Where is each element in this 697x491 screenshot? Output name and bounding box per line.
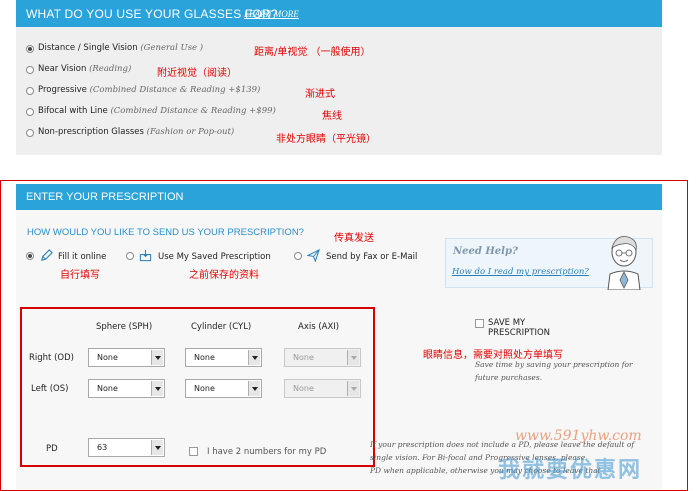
select-value: 63	[97, 443, 108, 452]
prescription-title: ENTER YOUR PRESCRIPTION	[26, 191, 184, 203]
radio-fax-email[interactable]	[294, 252, 302, 260]
usage-title: WHAT DO YOU USE YOUR GLASSES FOR?	[26, 7, 278, 21]
need-help-title: Need Help?	[453, 246, 518, 257]
chevron-down-icon	[151, 381, 163, 396]
watermark-text: 我就要优惠网	[498, 458, 643, 483]
annotation-nonprescription: 非处方眼睛（平光镜）	[276, 134, 376, 145]
select-value: None	[293, 384, 314, 393]
annotation-progressive: 渐进式	[305, 89, 335, 100]
option-label: Progressive	[38, 85, 87, 95]
chevron-down-icon	[248, 350, 260, 365]
pencil-icon	[41, 249, 53, 261]
chevron-down-icon	[248, 381, 260, 396]
pd-select[interactable]: 63	[88, 438, 165, 457]
right-cyl-select[interactable]: None	[185, 348, 262, 367]
chevron-down-icon	[347, 350, 359, 365]
annotation-bifocal: 焦线	[322, 111, 342, 122]
column-header-cyl: Cylinder (CYL)	[191, 322, 252, 332]
row-label-right: Right (OD)	[29, 353, 74, 363]
chevron-down-icon	[151, 440, 163, 455]
select-value: None	[97, 353, 118, 362]
method-fill-online[interactable]: Fill it online	[58, 252, 106, 262]
save-label-line1: SAVE MY	[488, 318, 526, 328]
doctor-avatar-icon	[607, 236, 641, 290]
save-note-line2: future purchases.	[475, 373, 543, 382]
annotation-distance: 距离/单视觉 （一般使用）	[254, 47, 371, 58]
option-distance[interactable]: Distance / Single Vision (General Use )	[38, 43, 203, 53]
option-nonprescription[interactable]: Non-prescription Glasses (Fashion or Pop…	[38, 127, 234, 137]
pd-label: PD	[46, 444, 58, 454]
right-sph-select[interactable]: None	[88, 348, 165, 367]
radio-progressive[interactable]	[26, 87, 34, 95]
usage-header: WHAT DO YOU USE YOUR GLASSES FOR? LEARN …	[16, 0, 662, 27]
left-cyl-select[interactable]: None	[185, 379, 262, 398]
annotation-fill-online: 自行填写	[60, 270, 100, 281]
annotation-near: 附近视觉（阅读）	[157, 68, 237, 79]
option-near[interactable]: Near Vision (Reading)	[38, 64, 131, 74]
option-bifocal[interactable]: Bifocal with Line (Combined Distance & R…	[38, 106, 276, 116]
column-header-sph: Sphere (SPH)	[96, 322, 153, 332]
select-value: None	[293, 353, 314, 362]
save-note-line1: Save time by saving your prescription fo…	[475, 360, 633, 369]
option-note: (Reading)	[89, 64, 132, 74]
annotation-fax: 传真发送	[334, 233, 374, 244]
two-pd-checkbox[interactable]	[189, 447, 198, 456]
option-note: (General Use )	[140, 43, 204, 53]
save-prescription-checkbox[interactable]	[475, 319, 484, 328]
radio-saved-prescription[interactable]	[126, 252, 134, 260]
prescription-header: ENTER YOUR PRESCRIPTION	[16, 184, 662, 210]
paper-plane-icon	[307, 249, 320, 262]
right-axis-select[interactable]: None	[284, 348, 361, 367]
method-saved-prescription[interactable]: Use My Saved Prescription	[158, 252, 271, 262]
column-header-axis: Axis (AXI)	[298, 322, 340, 332]
option-label: Near Vision	[38, 64, 87, 74]
chevron-down-icon	[347, 381, 359, 396]
learn-more-link[interactable]: LEARN MORE	[244, 9, 299, 19]
read-prescription-link[interactable]: How do I read my prescription?	[452, 267, 589, 277]
send-question: HOW WOULD YOU LIKE TO SEND US YOUR PRESC…	[27, 227, 304, 238]
radio-nonprescription[interactable]	[26, 129, 34, 137]
radio-fill-online[interactable]	[26, 252, 34, 260]
row-label-left: Left (OS)	[31, 384, 69, 394]
left-sph-select[interactable]: None	[88, 379, 165, 398]
radio-near[interactable]	[26, 66, 34, 74]
option-note: (Combined Distance & Reading +$139)	[89, 85, 261, 95]
method-fax-email[interactable]: Send by Fax or E-Mail	[326, 252, 417, 262]
watermark-url: www.591yhw.com	[515, 428, 642, 444]
option-note: (Combined Distance & Reading +$99)	[110, 106, 276, 116]
left-axis-select[interactable]: None	[284, 379, 361, 398]
option-label: Non-prescription Glasses	[38, 127, 144, 137]
option-label: Bifocal with Line	[38, 106, 108, 116]
chevron-down-icon	[151, 350, 163, 365]
select-value: None	[97, 384, 118, 393]
option-label: Distance / Single Vision	[38, 43, 138, 53]
option-note: (Fashion or Pop-out)	[146, 127, 235, 137]
two-pd-label: I have 2 numbers for my PD	[207, 447, 327, 457]
radio-bifocal[interactable]	[26, 108, 34, 116]
save-label-line2: PRESCRIPTION	[488, 328, 551, 338]
radio-distance[interactable]	[26, 45, 34, 53]
saved-box-icon	[139, 249, 152, 262]
annotation-saved: 之前保存的资料	[189, 270, 259, 281]
select-value: None	[194, 353, 215, 362]
select-value: None	[194, 384, 215, 393]
option-progressive[interactable]: Progressive (Combined Distance & Reading…	[38, 85, 260, 95]
